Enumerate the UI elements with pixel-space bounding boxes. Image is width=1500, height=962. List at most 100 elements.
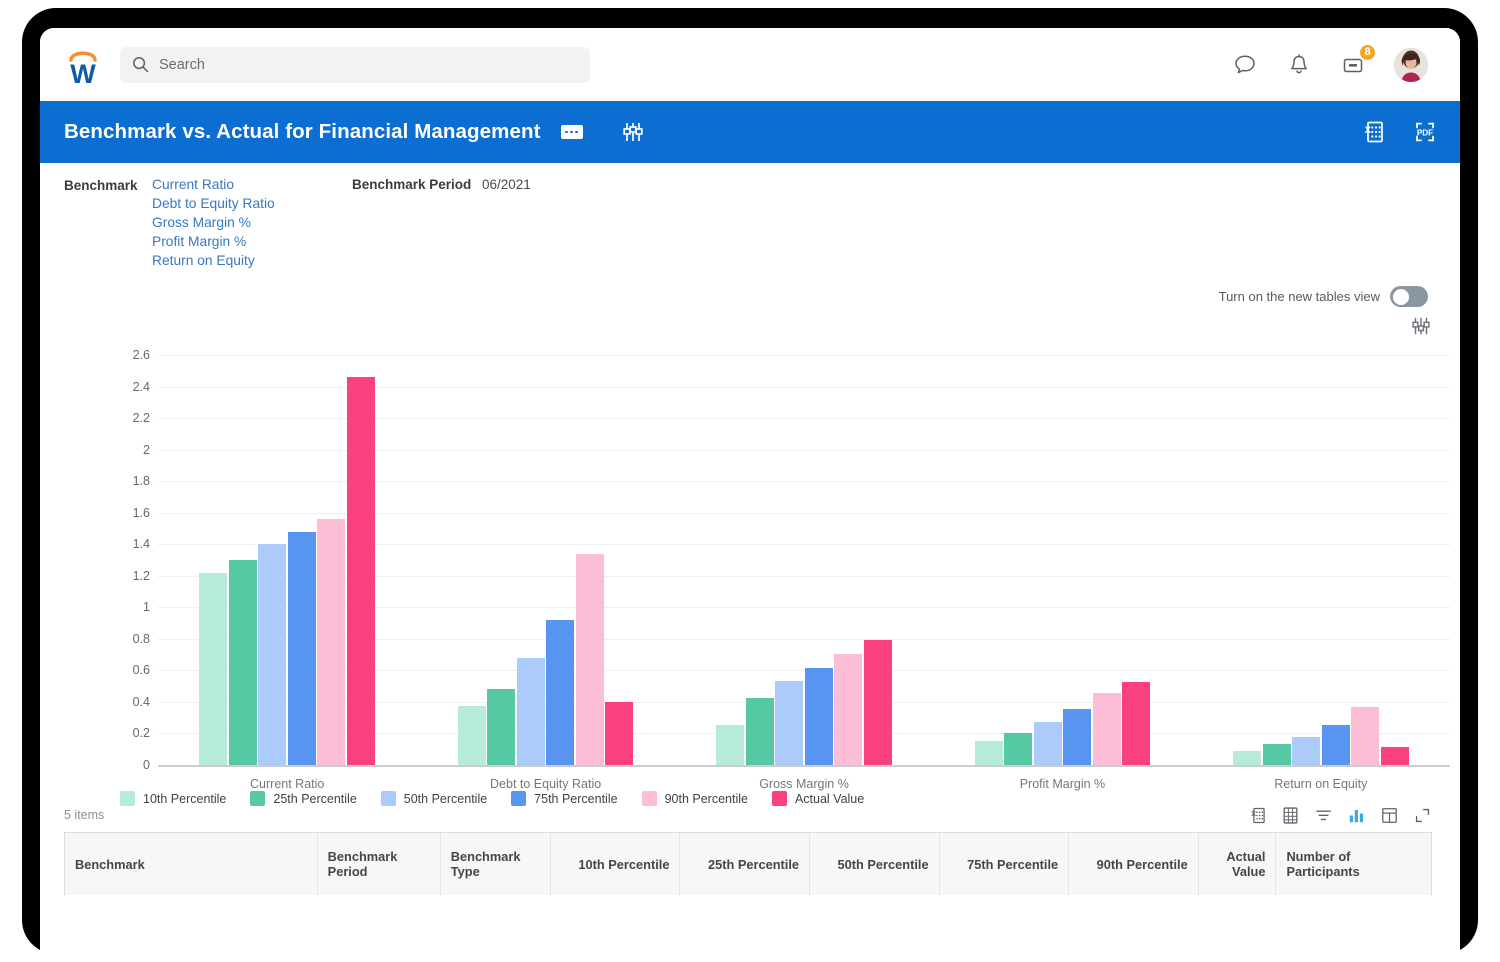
svg-text:X: X xyxy=(1251,811,1256,818)
table-column-header[interactable]: 90th Percentile xyxy=(1068,832,1199,895)
search-icon xyxy=(132,56,149,73)
bar[interactable] xyxy=(1004,733,1033,765)
bar[interactable] xyxy=(745,697,774,765)
bar[interactable] xyxy=(228,560,257,765)
search-input[interactable] xyxy=(159,56,578,73)
x-axis-label: Profit Margin % xyxy=(1019,777,1106,791)
table-column-header[interactable]: 75th Percentile xyxy=(939,832,1070,895)
legend-label: 25th Percentile xyxy=(273,791,357,806)
bar[interactable] xyxy=(716,724,745,765)
svg-text:W: W xyxy=(70,59,96,87)
bar[interactable] xyxy=(199,572,228,765)
bar[interactable] xyxy=(287,531,316,765)
legend-item[interactable]: 10th Percentile xyxy=(120,791,226,806)
legend-item[interactable]: Actual Value xyxy=(771,791,864,806)
grid-view-icon[interactable] xyxy=(1281,806,1300,825)
export-actions: X PDF xyxy=(1360,119,1438,145)
app-window: W Search 8 Benchmark vs. Actual for Fina… xyxy=(40,28,1460,954)
benchmark-link[interactable]: Return on Equity xyxy=(152,253,352,268)
legend-label: 75th Percentile xyxy=(534,791,618,806)
tables-view-toggle[interactable] xyxy=(1390,286,1428,307)
bar[interactable] xyxy=(575,554,604,765)
y-axis-tick: 0.8 xyxy=(132,631,150,646)
chat-icon[interactable] xyxy=(1232,52,1258,78)
bar[interactable] xyxy=(487,688,516,765)
bar[interactable] xyxy=(546,619,575,765)
table-column-header[interactable]: Number of Participants xyxy=(1275,832,1432,895)
bar[interactable] xyxy=(804,668,833,765)
export-excel-icon[interactable]: X xyxy=(1248,806,1267,825)
bar[interactable] xyxy=(1380,746,1409,765)
filter-icon[interactable] xyxy=(1314,806,1333,825)
bar[interactable] xyxy=(1063,709,1092,765)
tables-view-toggle-label: Turn on the new tables view xyxy=(1218,289,1380,304)
table-column-header[interactable]: 50th Percentile xyxy=(809,832,940,895)
chart-options-icon[interactable] xyxy=(621,120,645,144)
bar[interactable] xyxy=(834,653,863,765)
bar[interactable] xyxy=(1262,743,1291,765)
legend-item[interactable]: 90th Percentile xyxy=(641,791,748,806)
bars xyxy=(933,355,1191,765)
bell-icon[interactable] xyxy=(1286,52,1312,78)
table-column-header[interactable]: Benchmark xyxy=(64,832,318,895)
bar[interactable] xyxy=(863,640,892,765)
y-axis-tick: 2 xyxy=(143,442,150,457)
bar[interactable] xyxy=(605,701,634,765)
bar[interactable] xyxy=(346,377,375,765)
inbox-icon[interactable]: 8 xyxy=(1340,42,1377,78)
bar[interactable] xyxy=(1092,693,1121,765)
bar[interactable] xyxy=(258,544,287,765)
benchmark-link[interactable]: Gross Margin % xyxy=(152,215,352,230)
benchmark-period-label: Benchmark Period xyxy=(352,177,472,192)
chart-settings-row xyxy=(40,307,1460,337)
table-column-header[interactable]: Actual Value xyxy=(1198,832,1277,895)
chart-settings-icon[interactable] xyxy=(1410,315,1432,337)
bar[interactable] xyxy=(457,705,486,765)
bar[interactable] xyxy=(1122,682,1151,765)
bar[interactable] xyxy=(1292,737,1321,765)
bar[interactable] xyxy=(1321,724,1350,765)
workday-logo[interactable]: W xyxy=(62,43,104,87)
bar[interactable] xyxy=(1233,750,1262,765)
bar[interactable] xyxy=(516,657,545,765)
legend-swatch xyxy=(250,791,266,806)
inbox-badge: 8 xyxy=(1358,42,1377,62)
tables-view-toggle-row: Turn on the new tables view xyxy=(40,268,1460,307)
bar[interactable] xyxy=(317,519,346,765)
benchmark-link[interactable]: Profit Margin % xyxy=(152,234,352,249)
table-column-header[interactable]: Benchmark Period xyxy=(317,832,441,895)
benchmark-link[interactable]: Debt to Equity Ratio xyxy=(152,196,352,211)
search-bar[interactable] xyxy=(120,46,590,83)
table-view-icon[interactable] xyxy=(1380,806,1399,825)
legend-item[interactable]: 75th Percentile xyxy=(511,791,618,806)
table-column-header[interactable]: 25th Percentile xyxy=(679,832,811,895)
table-column-header[interactable]: 10th Percentile xyxy=(550,832,681,895)
benchmark-link[interactable]: Current Ratio xyxy=(152,177,352,192)
legend-swatch xyxy=(120,791,135,806)
bar[interactable] xyxy=(775,680,804,765)
bar[interactable] xyxy=(974,740,1003,765)
y-axis-tick: 0.2 xyxy=(132,726,150,741)
expand-icon[interactable] xyxy=(1413,806,1432,825)
x-axis-label: Return on Equity xyxy=(1274,777,1368,791)
avatar[interactable] xyxy=(1394,47,1428,82)
x-axis-label: Current Ratio xyxy=(250,777,325,791)
chart-view-icon[interactable] xyxy=(1347,806,1366,825)
page-header-bar: Benchmark vs. Actual for Financial Manag… xyxy=(40,101,1460,163)
bar-group: Current Ratio xyxy=(158,355,416,791)
benchmark-link-list: Current Ratio Debt to Equity Ratio Gross… xyxy=(152,177,352,268)
legend-item[interactable]: 50th Percentile xyxy=(380,791,487,806)
bars xyxy=(158,355,416,765)
legend-swatch xyxy=(641,791,657,806)
bars xyxy=(416,355,674,765)
bar[interactable] xyxy=(1351,706,1380,765)
export-pdf-icon[interactable]: PDF xyxy=(1412,119,1438,145)
bar-group: Return on Equity xyxy=(1192,355,1450,791)
export-excel-icon[interactable]: X xyxy=(1360,119,1386,145)
y-axis-tick: 1.4 xyxy=(132,537,150,552)
more-actions-button[interactable] xyxy=(560,125,583,139)
table-column-header[interactable]: Benchmark Type xyxy=(440,832,551,895)
legend-item[interactable]: 25th Percentile xyxy=(250,791,357,806)
gridline xyxy=(158,765,1450,767)
bar[interactable] xyxy=(1033,722,1062,765)
